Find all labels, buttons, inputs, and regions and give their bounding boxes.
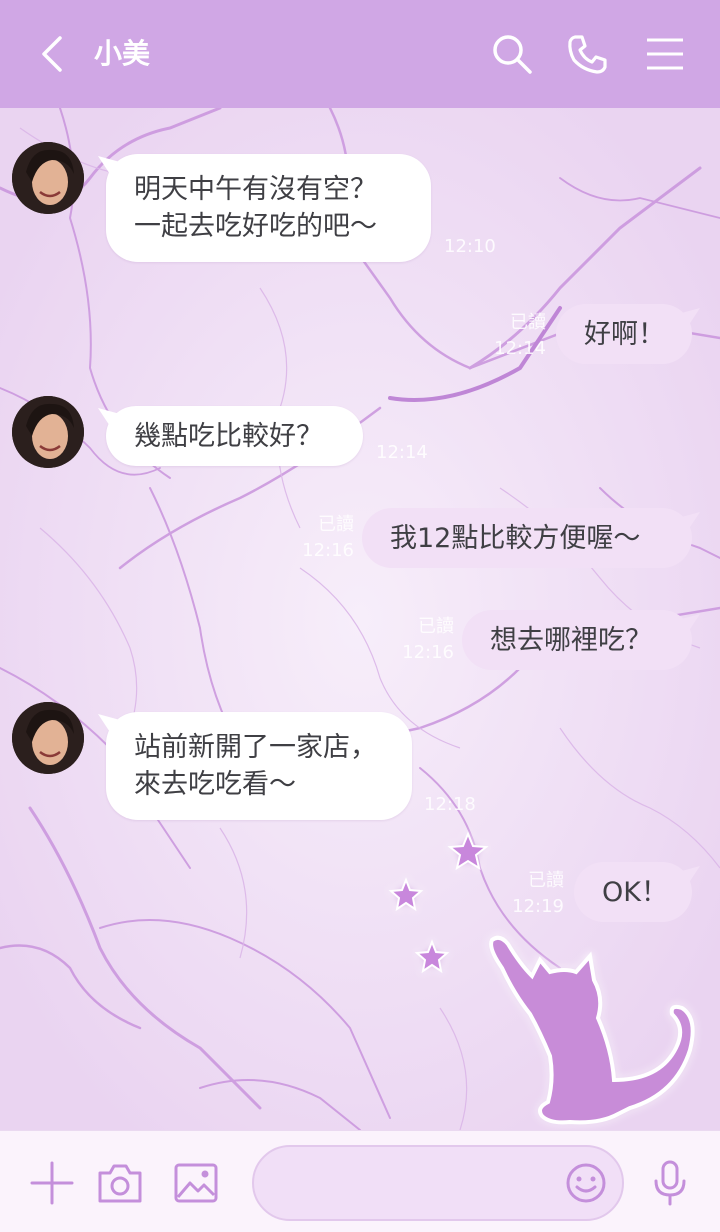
plus-icon[interactable] — [28, 1159, 76, 1207]
avatar-photo-icon — [12, 702, 84, 774]
read-status: 已讀 — [318, 514, 354, 535]
avatar-photo-icon — [12, 396, 84, 468]
chat-title: 小美 — [94, 37, 151, 70]
message-time: 12:14 — [494, 338, 546, 359]
message-text: 我12點比較方便喔～ — [390, 522, 641, 554]
message-bubble-outgoing[interactable]: 好啊！ — [556, 304, 692, 364]
message-time: 12:10 — [444, 236, 496, 257]
avatar[interactable] — [12, 702, 84, 774]
message-time: 12:14 — [376, 442, 428, 463]
message-text: 幾點吃比較好？ — [134, 420, 323, 452]
message-bubble-outgoing[interactable]: 想去哪裡吃？ — [462, 610, 692, 670]
message-bubble-outgoing[interactable]: 我12點比較方便喔～ — [362, 508, 692, 568]
emoji-icon[interactable] — [564, 1161, 608, 1205]
star-icon — [414, 939, 450, 974]
message-text: 想去哪裡吃？ — [490, 624, 652, 656]
read-status: 已讀 — [510, 312, 546, 333]
search-icon[interactable] — [490, 32, 534, 76]
chat-header: 小美 — [0, 0, 720, 108]
star-icon — [388, 877, 424, 912]
cat-icon — [489, 935, 695, 1125]
message-time: 12:16 — [402, 642, 454, 663]
message-time: 12:16 — [302, 540, 354, 561]
microphone-icon[interactable] — [646, 1159, 694, 1207]
message-bubble-incoming[interactable]: 幾點吃比較好？ — [106, 406, 363, 466]
avatar[interactable] — [12, 142, 84, 214]
message-text: 站前新開了一家店， — [134, 732, 377, 763]
avatar[interactable] — [12, 396, 84, 468]
input-bar — [0, 1130, 720, 1232]
message-bubble-incoming[interactable]: 明天中午有沒有空？ 一起去吃好吃的吧～ — [106, 154, 431, 262]
message-bubble-incoming[interactable]: 站前新開了一家店， 來去吃吃看～ — [106, 712, 412, 820]
cat-decoration — [388, 831, 695, 1125]
chevron-left-icon[interactable] — [34, 34, 74, 74]
message-text: 明天中午有沒有空？ — [134, 174, 377, 205]
camera-icon[interactable] — [96, 1159, 144, 1207]
message-text: 一起去吃好吃的吧～ — [134, 211, 377, 242]
message-text: 好啊！ — [584, 318, 665, 350]
image-icon[interactable] — [172, 1159, 220, 1207]
chat-area[interactable]: 明天中午有沒有空？ 一起去吃好吃的吧～ 12:10 已讀 12:14 好啊！ 幾… — [0, 108, 720, 1130]
star-icon — [447, 831, 489, 871]
message-time: 12:18 — [424, 794, 476, 815]
avatar-photo-icon — [12, 142, 84, 214]
read-status: 已讀 — [418, 616, 454, 637]
hamburger-menu-icon[interactable] — [643, 32, 687, 76]
phone-icon[interactable] — [565, 32, 609, 76]
message-text: 來去吃吃看～ — [134, 769, 296, 800]
